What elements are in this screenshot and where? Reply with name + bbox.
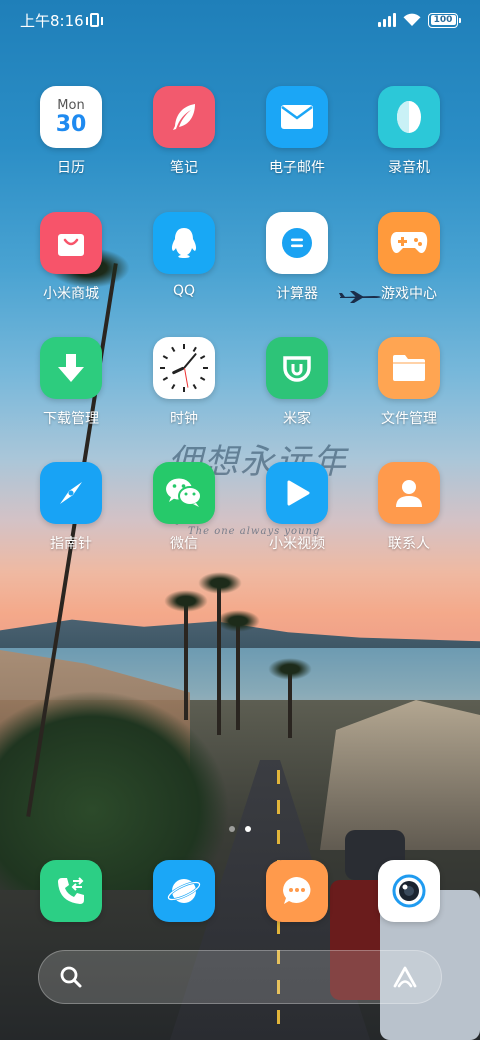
mijia-icon [266, 337, 328, 399]
palm-trunk [236, 620, 240, 730]
palm-trunk [217, 585, 221, 735]
gamepad-icon [378, 212, 440, 274]
app-label: 日历 [57, 160, 85, 176]
download-arrow-icon [40, 337, 102, 399]
dock-app-phone[interactable] [16, 860, 126, 922]
app-notes[interactable]: 笔记 [129, 86, 239, 177]
status-bar: 上午8:16 100 [0, 0, 480, 40]
vibrate-mode-icon [85, 13, 103, 27]
app-label: 时钟 [170, 411, 198, 427]
calendar-day: 30 [55, 112, 87, 137]
app-label: 指南针 [50, 536, 92, 552]
dock-app-browser[interactable] [129, 860, 239, 922]
compass-icon [40, 462, 102, 524]
palm-crown [198, 572, 242, 594]
penguin-icon [153, 212, 215, 274]
app-qq[interactable]: QQ [129, 212, 239, 299]
app-label: 下载管理 [43, 411, 99, 427]
battery-level: 100 [433, 15, 453, 25]
palm-crown [216, 610, 260, 632]
folder-icon [378, 337, 440, 399]
app-label: 文件管理 [381, 411, 437, 427]
play-icon [266, 462, 328, 524]
app-label: 录音机 [388, 160, 430, 176]
page-dot[interactable] [229, 826, 235, 832]
app-clock[interactable]: 时钟 [129, 337, 239, 428]
app-wechat[interactable]: 微信 [129, 462, 239, 553]
app-file-manager[interactable]: 文件管理 [354, 337, 464, 428]
app-label: 微信 [170, 536, 198, 552]
contact-person-icon [378, 462, 440, 524]
app-label: 计算器 [276, 286, 318, 302]
app-label: 小米商城 [43, 286, 99, 302]
battery-icon: 100 [428, 12, 461, 28]
dock-app-camera[interactable] [354, 860, 464, 922]
app-calendar[interactable]: Mon 30 日历 [16, 86, 126, 177]
app-calculator[interactable]: 计算器 [242, 212, 352, 303]
app-compass[interactable]: 指南针 [16, 462, 126, 553]
app-row: 下载管理 时钟 米家 文件管理 [0, 337, 480, 447]
app-label: 电子邮件 [269, 160, 325, 176]
app-label: 米家 [283, 411, 311, 427]
app-mi-video[interactable]: 小米视频 [242, 462, 352, 553]
app-recorder[interactable]: 录音机 [354, 86, 464, 177]
app-row: 小米商城 QQ 计算器 游戏中心 [0, 212, 480, 322]
app-label: 笔记 [170, 160, 198, 176]
app-contacts[interactable]: 联系人 [354, 462, 464, 553]
app-row: 指南针 微信 小米视频 联系人 [0, 462, 480, 572]
app-label: QQ [172, 283, 196, 299]
cellular-signal-icon [378, 13, 396, 27]
app-label: 联系人 [388, 536, 430, 552]
page-indicator [0, 826, 480, 832]
message-bubble-icon [266, 860, 328, 922]
app-mi-store[interactable]: 小米商城 [16, 212, 126, 303]
browser-planet-icon [153, 860, 215, 922]
status-time: 上午8:16 [20, 11, 84, 30]
phone-icon [40, 860, 102, 922]
shopping-bag-icon [40, 212, 102, 274]
dock-app-messages[interactable] [242, 860, 352, 922]
equals-icon [266, 212, 328, 274]
dock [0, 860, 480, 924]
palm-crown [268, 658, 312, 680]
app-game-center[interactable]: 游戏中心 [354, 212, 464, 303]
calendar-weekday: Mon [57, 98, 85, 113]
recorder-icon [378, 86, 440, 148]
search-icon[interactable] [59, 965, 83, 989]
calendar-icon: Mon 30 [40, 86, 102, 148]
camera-icon [378, 860, 440, 922]
envelope-icon [266, 86, 328, 148]
app-downloads[interactable]: 下载管理 [16, 337, 126, 428]
feather-icon [153, 86, 215, 148]
app-label: 小米视频 [269, 536, 325, 552]
app-email[interactable]: 电子邮件 [242, 86, 352, 177]
wifi-icon [403, 13, 421, 26]
assistant-icon[interactable] [391, 965, 419, 989]
palm-crown [164, 590, 208, 612]
app-row: Mon 30 日历 笔记 电子邮件 录音机 [0, 86, 480, 196]
clock-icon [153, 337, 215, 399]
palm-trunk [184, 600, 188, 720]
page-dot-active[interactable] [245, 826, 251, 832]
search-bar[interactable] [38, 950, 442, 1004]
app-mijia[interactable]: 米家 [242, 337, 352, 428]
app-label: 游戏中心 [381, 286, 437, 302]
wechat-icon [153, 462, 215, 524]
